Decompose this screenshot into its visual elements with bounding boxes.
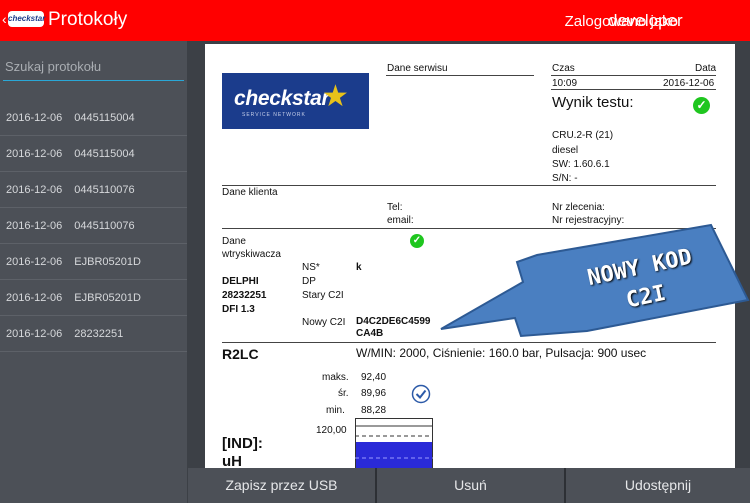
back-icon[interactable]: ‹ [2, 11, 7, 27]
measurement-ok-icon [411, 384, 431, 404]
list-item[interactable]: 2016-12-06 EJBR05201D [0, 244, 187, 280]
time-label: Czas [552, 63, 575, 74]
injector-label-2: wtryskiwacza [222, 249, 281, 260]
client-label: Dane klienta [222, 187, 278, 198]
checkstar-logo: checkstar ★ SERVICE NETWORK [222, 73, 369, 129]
ind-label: [IND]: [222, 435, 263, 452]
new-c2i-value: D4C2DE6C4599 [356, 316, 431, 327]
device-sw: SW: 1.60.6.1 [552, 159, 610, 170]
min-label: min. [326, 405, 345, 416]
list-item[interactable]: 2016-12-06 EJBR05201D [0, 280, 187, 316]
username: developer [608, 11, 683, 30]
time-value: 10:09 [552, 78, 578, 89]
page-title: Protokoły [48, 9, 128, 30]
injector-part-no: 28232251 [222, 290, 267, 301]
device-model: CRU.2-R (21) [552, 130, 614, 141]
date-label: Data [695, 63, 717, 74]
star-icon: ★ [322, 80, 349, 113]
injector-model: DFI 1.3 [222, 304, 255, 315]
list-item[interactable]: 2016-12-06 0445115004 [0, 100, 187, 136]
search-input[interactable] [3, 53, 184, 81]
result-ok-icon: ✓ [693, 97, 710, 114]
service-label: Dane serwisu [387, 63, 448, 74]
avg-value: 89,96 [361, 388, 387, 399]
device-sn: S/N: - [552, 173, 578, 184]
app-header: ‹ checkstar Protokoły Zalogowano jako de… [0, 0, 750, 41]
injector-maker: DELPHI [222, 276, 259, 287]
min-value: 88,28 [361, 405, 387, 416]
share-button[interactable]: Udostępnij [564, 468, 750, 503]
app-logo: checkstar [8, 11, 45, 27]
injector-ok-icon: ✓ [410, 234, 424, 248]
tel-label: Tel: [387, 202, 403, 213]
test-name: R2LC [222, 346, 259, 362]
avg-label: śr. [338, 388, 349, 399]
order-label: Nr zlecenia: [552, 202, 605, 213]
list-item[interactable]: 2016-12-06 0445115004 [0, 136, 187, 172]
email-label: email: [387, 215, 414, 226]
list-item[interactable]: 2016-12-06 0445110076 [0, 172, 187, 208]
old-c2i-label: Stary C2I [302, 290, 344, 301]
device-fuel: diesel [552, 145, 579, 156]
save-usb-button[interactable]: Zapisz przez USB [188, 468, 375, 503]
date-value: 2016-12-06 [663, 78, 715, 89]
delete-button[interactable]: Usuń [375, 468, 564, 503]
list-item[interactable]: 2016-12-06 0445110076 [0, 208, 187, 244]
max-value: 92,40 [361, 372, 387, 383]
inductance-bar [355, 418, 433, 468]
ns-label: NS* [302, 262, 320, 273]
list-item[interactable]: 2016-12-06 28232251 [0, 316, 187, 352]
reg-label: Nr rejestracyjny: [552, 215, 625, 226]
scale-top: 120,00 [316, 425, 347, 436]
ns-value: k [356, 262, 362, 273]
max-label: maks. [322, 372, 349, 383]
new-c2i-value-2: CA4B [356, 328, 384, 339]
injector-label: Dane [222, 236, 246, 247]
result-label: Wynik testu: [552, 94, 634, 111]
new-c2i-label: Nowy C2I [302, 317, 346, 328]
test-params: W/MIN: 2000, Ciśnienie: 160.0 bar, Pulsa… [356, 346, 647, 360]
dp-label: DP [302, 276, 316, 287]
protocol-sidebar: 2016-12-060445115004 2016-12-06044511500… [0, 41, 187, 503]
